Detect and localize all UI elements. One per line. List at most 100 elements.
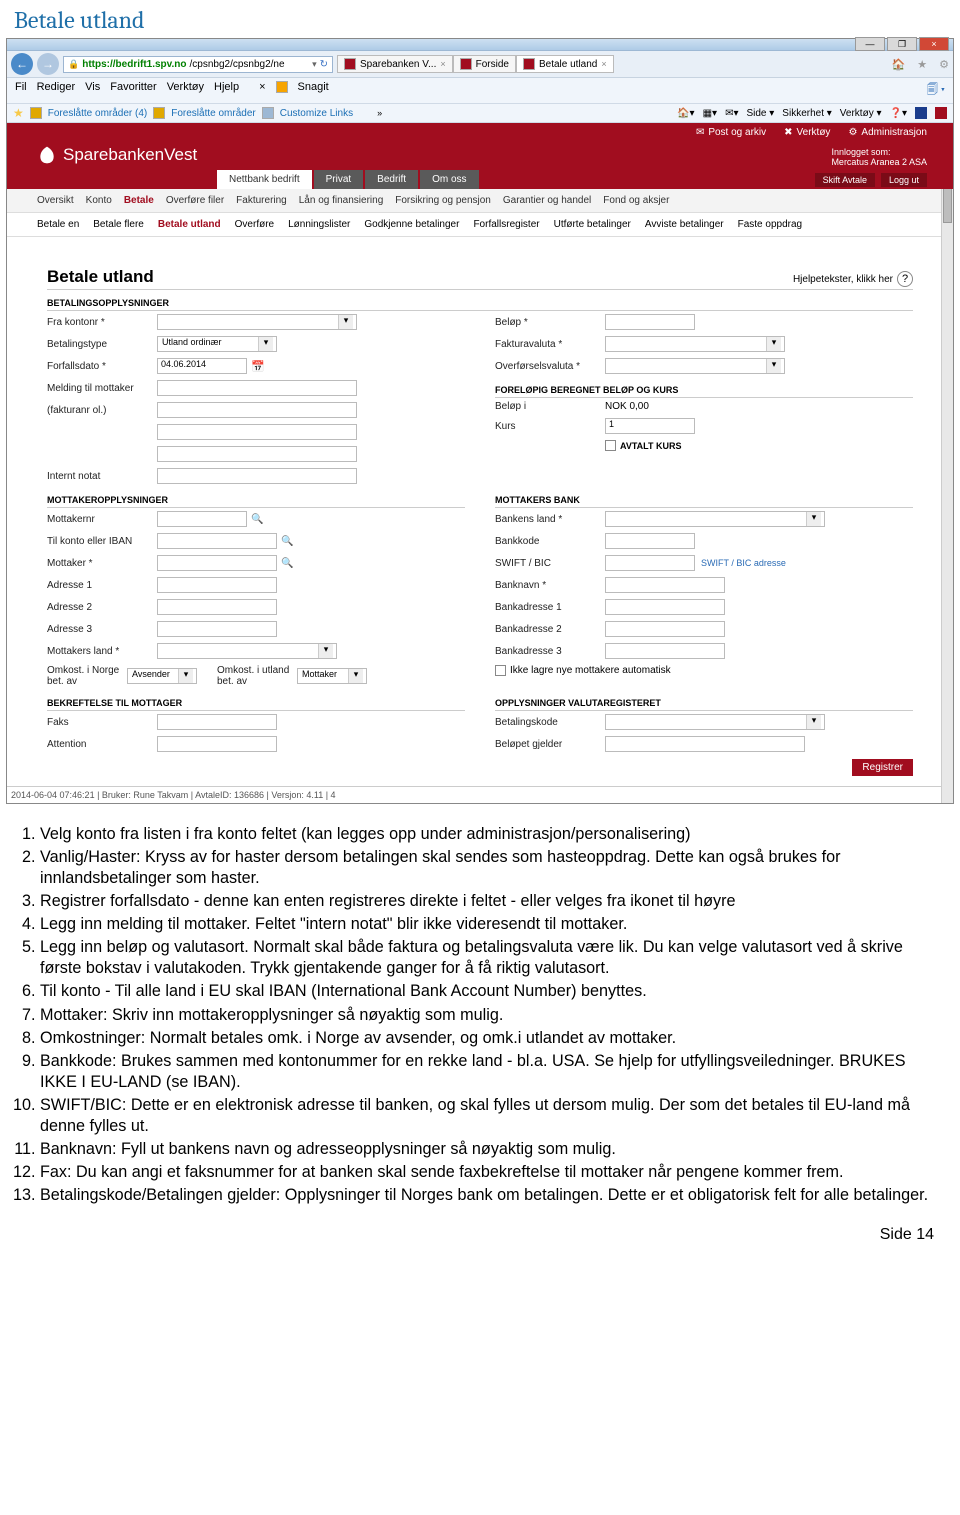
home-split-icon[interactable]: 🏠▾: [677, 108, 694, 119]
recipient-input[interactable]: [157, 555, 277, 571]
account-iban-input[interactable]: [157, 533, 277, 549]
subnav-item[interactable]: Oversikt: [37, 195, 74, 206]
menu-item[interactable]: Vis: [85, 81, 100, 100]
browser-tab[interactable]: Forside: [453, 55, 516, 73]
subnav2-item[interactable]: Betale flere: [93, 219, 144, 230]
tab-close-icon[interactable]: ×: [440, 59, 445, 69]
close-button[interactable]: ×: [919, 37, 949, 51]
subnav2-item[interactable]: Lønningslister: [288, 219, 350, 230]
register-button[interactable]: Registrer: [852, 759, 913, 776]
message-input-4[interactable]: [157, 446, 357, 462]
internal-note-input[interactable]: [157, 468, 357, 484]
search-icon[interactable]: 🔍: [281, 536, 293, 547]
bank-addr1-input[interactable]: [605, 599, 725, 615]
minimize-button[interactable]: —: [855, 37, 885, 51]
subnav2-item[interactable]: Betale en: [37, 219, 79, 230]
feed-icon[interactable]: ▦▾: [703, 108, 717, 119]
tab-close-icon[interactable]: ×: [601, 59, 606, 69]
subnav2-item[interactable]: Betale utland: [158, 219, 221, 230]
cost-abroad-select[interactable]: Mottaker: [297, 668, 367, 684]
toolbar-item[interactable]: Side ▾: [746, 108, 774, 119]
recipient-country-select[interactable]: [157, 643, 337, 659]
agreed-rate-checkbox[interactable]: [605, 440, 616, 451]
message-input-3[interactable]: [157, 424, 357, 440]
amount-input[interactable]: [605, 314, 695, 330]
help-icon[interactable]: ❓▾: [890, 108, 907, 119]
invoice-currency-select[interactable]: [605, 336, 785, 352]
gear-icon[interactable]: ⚙: [939, 58, 949, 71]
favorite-link[interactable]: Foreslåtte områder: [171, 108, 255, 119]
address2-input[interactable]: [157, 599, 277, 615]
home-icon[interactable]: 🏠: [892, 58, 906, 71]
swift-input[interactable]: [605, 555, 695, 571]
header-link[interactable]: ✉Post og arkiv: [696, 127, 766, 138]
no-save-checkbox[interactable]: [495, 665, 506, 676]
subnav2-item[interactable]: Overføre: [235, 219, 274, 230]
logout-button[interactable]: Logg ut: [881, 173, 927, 187]
address3-input[interactable]: [157, 621, 277, 637]
bank-code-input[interactable]: [605, 533, 695, 549]
main-tab[interactable]: Privat: [314, 170, 364, 189]
subnav-item[interactable]: Betale: [124, 195, 154, 206]
swift-link[interactable]: SWIFT / BIC adresse: [701, 558, 786, 568]
browser-tab[interactable]: Betale utland ×: [516, 55, 614, 73]
refresh-icon[interactable]: ↻: [320, 59, 328, 70]
subnav-item[interactable]: Lån og finansiering: [299, 195, 384, 206]
subnav-item[interactable]: Forsikring og pensjon: [395, 195, 491, 206]
main-tab[interactable]: Bedrift: [365, 170, 418, 189]
toolbar-item[interactable]: Sikkerhet ▾: [782, 108, 832, 119]
amount-regards-input[interactable]: [605, 736, 805, 752]
payment-type-select[interactable]: Utland ordinær: [157, 336, 277, 352]
switch-agreement-button[interactable]: Skift Avtale: [815, 173, 875, 187]
message-input-2[interactable]: [157, 402, 357, 418]
browser-tab[interactable]: Sparebanken V... ×: [337, 55, 453, 73]
subnav2-item[interactable]: Utførte betalinger: [554, 219, 631, 230]
toolbar-dropdown-icon[interactable]: 🗐 ▾: [927, 81, 945, 100]
cost-norway-select[interactable]: Avsender: [127, 668, 197, 684]
bank-name-input[interactable]: [605, 577, 725, 593]
scrollbar[interactable]: [941, 123, 953, 803]
subnav-item[interactable]: Garantier og handel: [503, 195, 591, 206]
fax-input[interactable]: [157, 714, 277, 730]
subnav2-item[interactable]: Avviste betalinger: [645, 219, 724, 230]
back-button[interactable]: ←: [11, 53, 33, 75]
search-icon[interactable]: 🔍: [251, 514, 263, 525]
addon-icon[interactable]: [935, 107, 947, 119]
mail-icon[interactable]: ✉▾: [725, 108, 738, 119]
transfer-currency-select[interactable]: [605, 358, 785, 374]
help-link[interactable]: Hjelpetekster, klikk her ?: [793, 271, 913, 287]
subnav-item[interactable]: Overføre filer: [166, 195, 224, 206]
payment-code-select[interactable]: [605, 714, 825, 730]
star-icon[interactable]: ★: [917, 58, 927, 71]
bank-addr3-input[interactable]: [605, 643, 725, 659]
header-link[interactable]: ⚙Administrasjon: [848, 127, 927, 138]
subnav-item[interactable]: Fakturering: [236, 195, 287, 206]
attention-input[interactable]: [157, 736, 277, 752]
menu-item[interactable]: Hjelp: [214, 81, 239, 100]
subnav2-item[interactable]: Forfallsregister: [473, 219, 539, 230]
addon-icon[interactable]: [915, 107, 927, 119]
subnav2-item[interactable]: Faste oppdrag: [738, 219, 803, 230]
main-tab[interactable]: Nettbank bedrift: [217, 170, 312, 189]
forward-button[interactable]: →: [37, 53, 59, 75]
main-tab[interactable]: Om oss: [420, 170, 478, 189]
search-icon[interactable]: 🔍: [281, 558, 293, 569]
url-bar[interactable]: 🔒 https://bedrift1.spv.no/cpsnbg2/cpsnbg…: [63, 56, 333, 73]
dropdown-icon[interactable]: ▾: [312, 59, 317, 70]
due-date-input[interactable]: 04.06.2014: [157, 358, 247, 374]
subnav-item[interactable]: Konto: [86, 195, 112, 206]
snagit-label[interactable]: Snagit: [298, 81, 329, 100]
menu-item[interactable]: Fil: [15, 81, 27, 100]
message-input[interactable]: [157, 380, 357, 396]
recipient-no-input[interactable]: [157, 511, 247, 527]
favorite-link[interactable]: Foreslåtte områder (4): [48, 108, 147, 119]
bank-addr2-input[interactable]: [605, 621, 725, 637]
menu-item[interactable]: Verktøy: [167, 81, 204, 100]
menu-item[interactable]: Rediger: [37, 81, 76, 100]
menu-item[interactable]: Favoritter: [110, 81, 156, 100]
calendar-icon[interactable]: 📅: [251, 360, 265, 373]
maximize-button[interactable]: ❐: [887, 37, 917, 51]
favorite-link[interactable]: Customize Links: [280, 108, 353, 119]
chevron-icon[interactable]: »: [377, 108, 382, 118]
address1-input[interactable]: [157, 577, 277, 593]
